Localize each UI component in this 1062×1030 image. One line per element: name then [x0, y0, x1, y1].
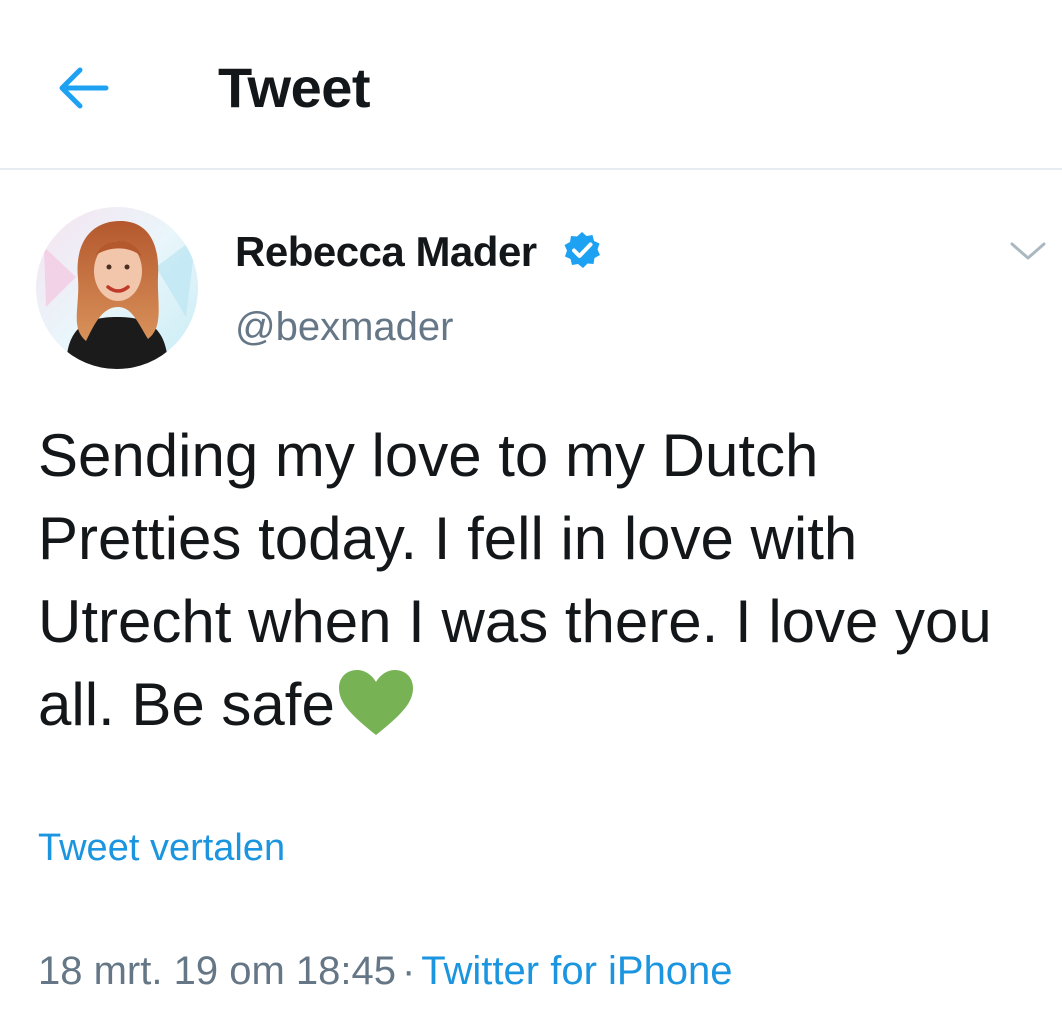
tweet-text: Sending my love to my Dutch Pretties tod…: [38, 414, 1038, 746]
green-heart-icon: [337, 669, 415, 737]
tweet-timestamp: 18 mrt. 19 om 18:45: [38, 949, 396, 993]
author-handle[interactable]: @bexmader: [235, 304, 453, 350]
tweet-source-link[interactable]: Twitter for iPhone: [421, 949, 732, 993]
chevron-down-icon[interactable]: [1008, 236, 1048, 266]
back-arrow-icon[interactable]: [56, 62, 112, 114]
tweet-text-content: Sending my love to my Dutch Pretties tod…: [38, 422, 992, 738]
author-name[interactable]: Rebecca Mader: [235, 228, 537, 276]
page-title: Tweet: [218, 56, 371, 119]
verified-badge-icon: [562, 230, 602, 270]
meta-separator: ·: [401, 949, 416, 993]
top-bar: Tweet: [0, 0, 1062, 170]
tweet-meta: 18 mrt. 19 om 18:45 · Twitter for iPhone: [38, 946, 733, 996]
avatar[interactable]: [36, 207, 198, 369]
translate-tweet-link[interactable]: Tweet vertalen: [38, 826, 285, 870]
